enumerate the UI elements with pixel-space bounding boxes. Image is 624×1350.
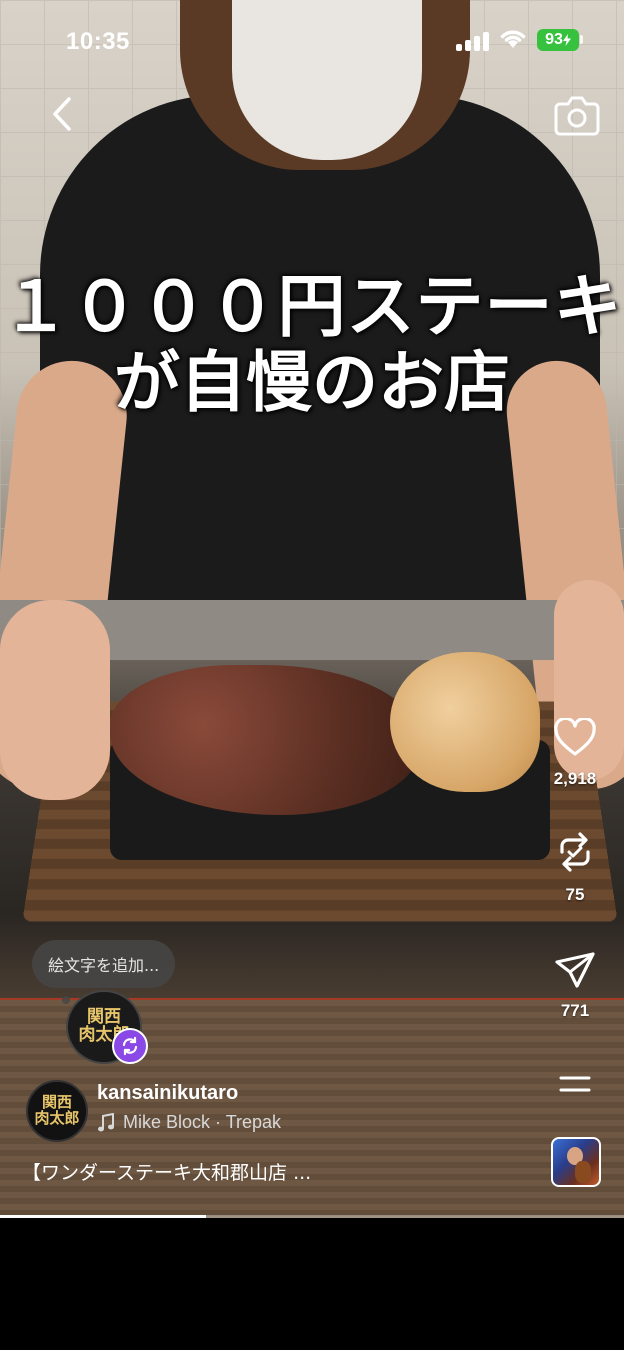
- remix-icon: [122, 1036, 138, 1056]
- repost-icon: [560, 832, 590, 872]
- remix-badge[interactable]: [112, 1028, 148, 1064]
- heart-icon: [554, 716, 596, 756]
- more-button[interactable]: [545, 1070, 605, 1105]
- grilled-chicken: [390, 652, 540, 792]
- audio-thumbnail[interactable]: [551, 1137, 601, 1187]
- battery-cap: [580, 35, 583, 44]
- send-icon: [555, 952, 595, 988]
- audio-thumb-cello: [575, 1161, 591, 1183]
- status-bar: 10:35 93: [0, 0, 624, 84]
- left-hand: [0, 600, 110, 800]
- like-count: 2,918: [553, 769, 597, 788]
- status-time: 10:35: [66, 28, 130, 55]
- like-button[interactable]: 2,918: [545, 716, 605, 789]
- music-info[interactable]: Mike Block · Trepak: [97, 1112, 281, 1133]
- back-button[interactable]: [42, 92, 82, 136]
- camera-icon: [554, 96, 600, 136]
- profile-avatar-logo: 関西 肉太郎: [34, 1093, 80, 1127]
- add-emoji-prompt[interactable]: 絵文字を追加...: [32, 940, 176, 988]
- back-icon: [53, 97, 71, 131]
- profile-avatar[interactable]: 関西 肉太郎: [26, 1080, 88, 1142]
- menu-icon: [559, 1076, 591, 1092]
- video-progress-bar[interactable]: [0, 1215, 624, 1218]
- wifi-icon: [500, 30, 526, 48]
- post-description[interactable]: 【ワンダーステーキ大和郡山店 ...: [22, 1158, 311, 1185]
- share-count: 771: [560, 1001, 590, 1020]
- music-track: Mike Block · Trepak: [123, 1112, 282, 1132]
- video-progress-fill: [0, 1215, 206, 1218]
- bubble-tail: [62, 996, 70, 1004]
- battery-indicator: 93: [537, 29, 579, 51]
- share-button[interactable]: 771: [545, 950, 605, 1021]
- username[interactable]: kansainikutaro: [97, 1082, 238, 1105]
- cellular-signal-icon: [456, 31, 490, 51]
- caption-line-1: １０００円ステーキ: [1, 268, 623, 347]
- add-emoji-label: 絵文字を追加...: [48, 956, 160, 975]
- repost-button[interactable]: 75: [545, 830, 605, 905]
- repost-count: 75: [565, 885, 585, 904]
- charging-bolt-icon: [562, 34, 571, 46]
- battery-level: 93: [545, 31, 563, 48]
- video-caption: １０００円ステーキ が自慢のお店: [0, 268, 624, 422]
- music-note-icon: [98, 1112, 114, 1131]
- camera-button[interactable]: [552, 92, 602, 138]
- caption-line-2: が自慢のお店: [114, 344, 510, 422]
